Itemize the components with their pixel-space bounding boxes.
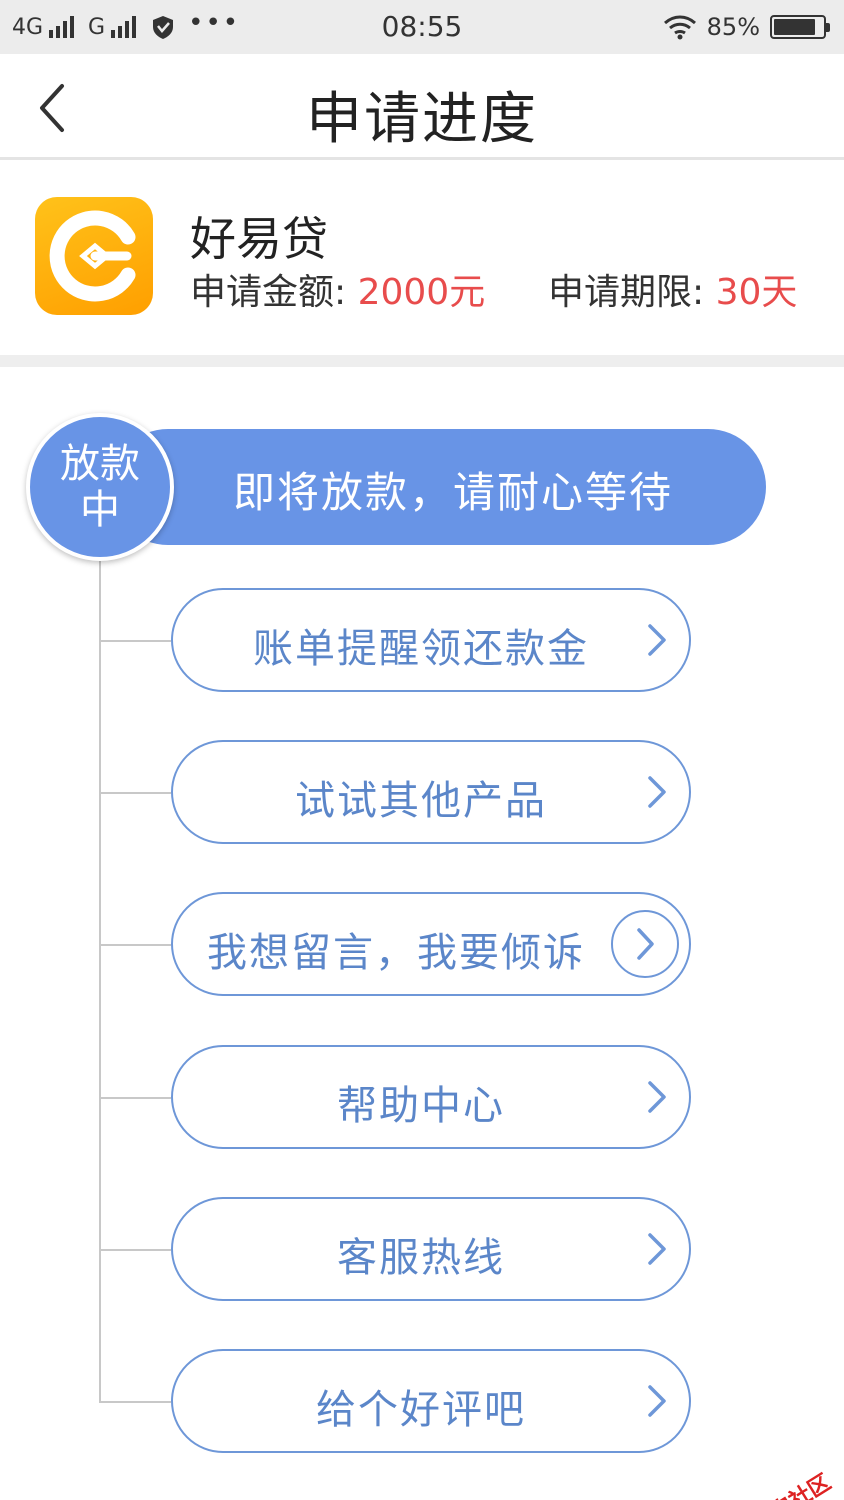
timeline-branch <box>101 1401 171 1403</box>
battery-level-fill <box>774 19 815 35</box>
progress-stage-badge: 放款 中 <box>26 413 174 561</box>
logo-mark-icon <box>49 210 136 302</box>
watermark: 卡农社区 <box>719 1465 836 1500</box>
status-bar: 4G G ••• 08:55 85% <box>0 0 844 54</box>
chevron-right-icon <box>648 1081 666 1113</box>
timeline-branch <box>101 1249 171 1251</box>
apply-amount-value: 2000元 <box>357 272 486 313</box>
leave-message-button[interactable]: 我想留言，我要倾诉 <box>171 892 691 996</box>
bill-reminder-button[interactable]: 账单提醒领还款金 <box>171 588 691 692</box>
action-label: 给个好评吧 <box>316 1387 526 1433</box>
action-label: 客服热线 <box>337 1235 505 1281</box>
timeline-branch <box>101 1097 171 1099</box>
progress-message: 即将放款，请耐心等待 <box>232 468 673 517</box>
stage-label-line2: 中 <box>80 487 120 533</box>
section-divider <box>0 355 844 367</box>
chevron-right-icon <box>648 1385 666 1417</box>
battery-percent: 85% <box>706 13 760 41</box>
action-label: 帮助中心 <box>337 1083 505 1129</box>
try-other-products-button[interactable]: 试试其他产品 <box>171 740 691 844</box>
stage-label-line1: 放款 <box>60 441 140 487</box>
timeline-line <box>99 560 101 1403</box>
page-title: 申请进度 <box>306 87 538 152</box>
chevron-right-icon <box>648 624 666 656</box>
product-card: 好易贷 申请金额: 2000元 申请期限: 30天 <box>0 163 844 355</box>
action-label: 试试其他产品 <box>295 778 547 824</box>
timeline-branch <box>101 792 171 794</box>
top-nav-bar: 申请进度 <box>0 54 844 160</box>
product-name: 好易贷 <box>190 212 328 266</box>
status-right: 85% <box>663 10 830 44</box>
chevron-right-icon <box>648 1233 666 1265</box>
chevron-right-icon <box>648 776 666 808</box>
app-logo <box>35 197 153 315</box>
apply-amount: 申请金额: 2000元 <box>190 263 485 315</box>
apply-period-value: 30天 <box>715 272 798 313</box>
wifi-icon <box>663 15 696 40</box>
timeline-branch <box>101 944 171 946</box>
apply-period: 申请期限: 30天 <box>548 263 797 315</box>
chevron-right-circle-icon <box>611 910 679 978</box>
apply-amount-label: 申请金额: <box>190 272 358 313</box>
progress-status-banner: 即将放款，请耐心等待 <box>110 429 766 545</box>
action-label: 账单提醒领还款金 <box>253 626 589 672</box>
apply-period-label: 申请期限: <box>548 272 716 313</box>
watermark-text: 卡农社区 <box>744 1465 836 1500</box>
help-center-button[interactable]: 帮助中心 <box>171 1045 691 1149</box>
give-rating-button[interactable]: 给个好评吧 <box>171 1349 691 1453</box>
battery-icon <box>770 15 830 39</box>
customer-hotline-button[interactable]: 客服热线 <box>171 1197 691 1301</box>
timeline-branch <box>101 640 171 642</box>
